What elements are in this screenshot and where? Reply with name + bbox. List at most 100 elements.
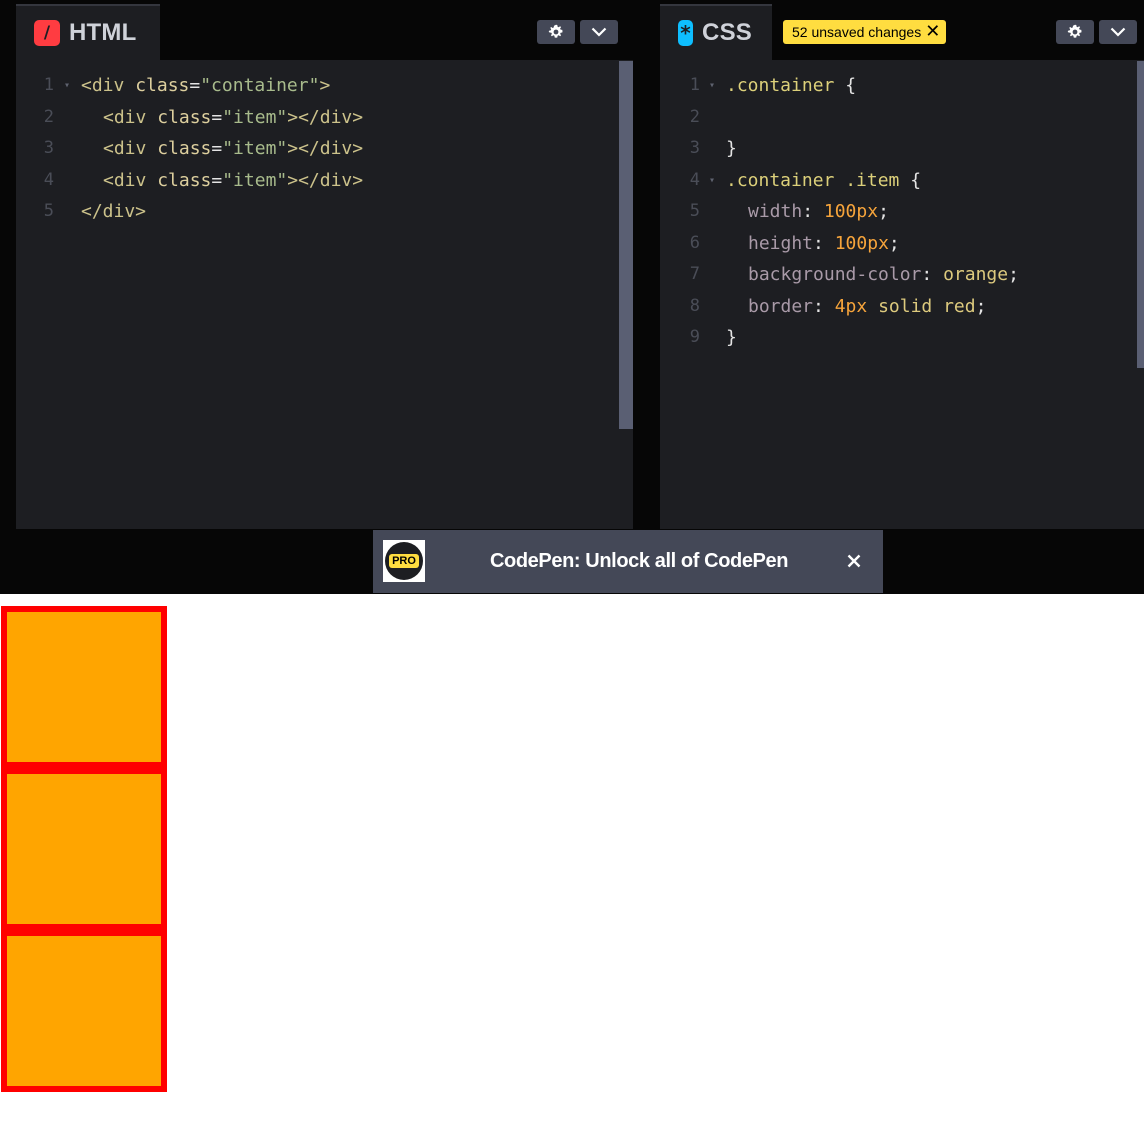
html-editor-panel: / HTML 1 ▾ <div class="container"> 2 <div cl…	[16, 4, 633, 529]
css-settings-button[interactable]	[1056, 20, 1094, 44]
html-editor-header: / HTML	[16, 4, 633, 60]
promo-text[interactable]: CodePen: Unlock all of CodePen	[490, 530, 788, 593]
code-line[interactable]: 5 width: 100px;	[660, 196, 1144, 227]
chevron-down-icon	[1110, 27, 1126, 37]
html-scrollbar[interactable]	[619, 61, 633, 429]
code-token: class	[157, 106, 212, 128]
code-line[interactable]: 5 </div>	[16, 196, 633, 227]
code-line[interactable]: 1 ▾ .container {	[660, 70, 1144, 101]
unsaved-changes-badge[interactable]: 52 unsaved changes ✕	[783, 20, 947, 44]
code-token: red	[943, 295, 976, 317]
code-token: ></div>	[287, 106, 364, 128]
code-text: .container {	[726, 70, 856, 101]
code-token: :	[813, 295, 835, 317]
html-tab-title: HTML	[69, 19, 137, 46]
code-token: orange	[943, 264, 1009, 285]
code-token: class	[157, 138, 212, 159]
code-token: "item"	[222, 138, 288, 159]
code-token: ></div>	[287, 138, 364, 159]
code-token: "item"	[222, 106, 288, 128]
css-editor-panel: * CSS 52 unsaved changes ✕ 1 ▾ .container …	[660, 4, 1144, 529]
css-asterisk-icon: *	[678, 20, 694, 46]
promo-bar: PRO CodePen: Unlock all of CodePen	[0, 529, 1144, 594]
code-token: ;	[1008, 264, 1019, 285]
gear-icon	[1067, 24, 1082, 38]
code-token: 4px	[834, 295, 868, 317]
code-token: :	[802, 201, 824, 222]
code-line[interactable]: 1 ▾ <div class="container">	[16, 70, 633, 101]
code-token: {	[845, 75, 857, 96]
code-line[interactable]: 6 height: 100px;	[660, 228, 1144, 259]
css-scrollbar[interactable]	[1137, 61, 1144, 368]
html-slash-icon: /	[34, 20, 60, 46]
tab-html[interactable]: / HTML	[16, 4, 160, 60]
code-line[interactable]: 7 background-color: orange;	[660, 259, 1144, 290]
code-token: :	[813, 232, 835, 254]
code-text: border: 4px solid red;	[748, 291, 986, 322]
code-token: solid	[867, 295, 944, 317]
code-token: </div>	[81, 201, 147, 222]
css-editor-header: * CSS 52 unsaved changes ✕	[660, 4, 1144, 60]
preview-item	[1, 768, 167, 930]
code-token: ;	[888, 232, 900, 254]
close-icon[interactable]	[843, 550, 865, 572]
code-line[interactable]: 2 <div class="item"></div>	[16, 102, 633, 133]
css-code-area[interactable]: 1 ▾ .container {2 3} 4 ▾ .container .item {5 wi…	[660, 60, 1144, 529]
code-token: .container .item	[726, 169, 911, 191]
code-token: "item"	[222, 169, 288, 191]
code-token: width	[748, 201, 803, 222]
html-settings-button[interactable]	[537, 20, 575, 44]
fold-arrow-icon[interactable]: ▾	[709, 165, 715, 196]
code-text: <div class="item"></div>	[103, 165, 363, 196]
code-text: <div class="item"></div>	[103, 133, 363, 164]
unsaved-changes-label: 52 unsaved changes	[792, 24, 922, 40]
chevron-down-icon	[591, 27, 607, 37]
code-text: width: 100px;	[748, 196, 889, 227]
code-text: }	[726, 322, 737, 353]
code-token: <div	[81, 75, 136, 96]
css-collapse-button[interactable]	[1099, 20, 1137, 44]
code-line[interactable]: 8 border: 4px solid red;	[660, 291, 1144, 322]
html-code-area[interactable]: 1 ▾ <div class="container"> 2 <div class="it…	[16, 60, 633, 529]
code-line[interactable]: 2	[660, 102, 1144, 133]
code-token: =	[211, 138, 223, 159]
code-line[interactable]: 9}	[660, 322, 1144, 353]
fold-arrow-icon[interactable]: ▾	[64, 70, 70, 101]
code-token: height	[748, 232, 814, 254]
code-token: <div	[103, 169, 158, 191]
code-token: {	[910, 169, 922, 191]
code-token: }	[726, 138, 737, 159]
code-token: <div	[103, 138, 158, 159]
code-token: =	[211, 106, 223, 128]
preview-pane	[0, 594, 1144, 1127]
tab-css[interactable]: * CSS	[660, 4, 772, 60]
code-text: <div class="item"></div>	[103, 102, 363, 133]
code-line[interactable]: 3}	[660, 133, 1144, 164]
code-token: "container"	[200, 75, 320, 96]
pro-circle-icon: PRO	[385, 542, 423, 580]
code-token: 100px	[823, 201, 879, 222]
preview-item	[1, 606, 167, 768]
code-line[interactable]: 4 <div class="item"></div>	[16, 165, 633, 196]
code-token: =	[189, 75, 201, 96]
code-token: <div	[103, 106, 158, 128]
code-token: }	[726, 327, 737, 348]
code-token: ></div>	[287, 169, 364, 191]
code-token: >	[319, 75, 331, 96]
promo-banner[interactable]: PRO CodePen: Unlock all of CodePen	[373, 530, 883, 593]
fold-arrow-icon[interactable]: ▾	[709, 70, 715, 101]
code-token: .container	[726, 75, 846, 96]
code-text: <div class="container">	[81, 70, 330, 101]
code-text: background-color: orange;	[748, 259, 1019, 290]
code-text: }	[726, 133, 737, 164]
editor-area: / HTML 1 ▾ <div class="container"> 2 <div cl…	[0, 0, 1144, 529]
html-collapse-button[interactable]	[580, 20, 618, 44]
preview-item	[1, 930, 167, 1092]
close-icon[interactable]: ✕	[925, 23, 940, 41]
code-text: height: 100px;	[748, 228, 900, 259]
pro-badge: PRO	[389, 554, 419, 568]
code-line[interactable]: 3 <div class="item"></div>	[16, 133, 633, 164]
code-text: .container .item {	[726, 165, 921, 196]
code-line[interactable]: 4 ▾ .container .item {	[660, 165, 1144, 196]
css-tab-title: CSS	[702, 19, 752, 46]
